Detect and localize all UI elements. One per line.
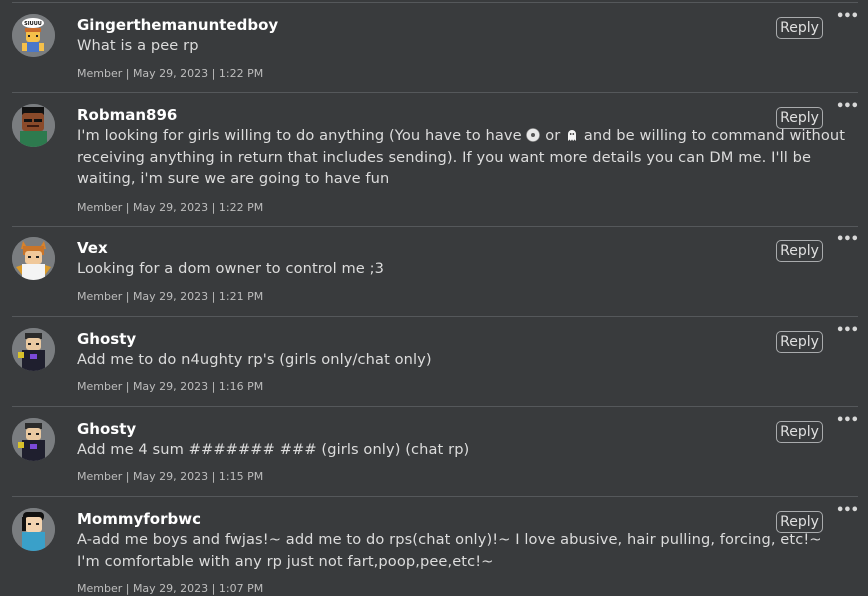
ghost-emoji-icon: [568, 130, 577, 141]
more-options-icon[interactable]: •••: [836, 414, 859, 428]
post-body: Add me 4 sum ####### ### (girls only) (c…: [77, 441, 470, 458]
dark-outfit-avatar-icon: [12, 328, 55, 371]
user-avatar[interactable]: [12, 508, 55, 551]
reply-button[interactable]: Reply: [776, 331, 823, 353]
post-meta: Member | May 29, 2023 | 1:16 PM: [77, 380, 264, 393]
divider: [12, 2, 858, 3]
divider: [12, 92, 858, 93]
post-username[interactable]: Ghosty: [77, 420, 136, 438]
reply-button[interactable]: Reply: [776, 107, 823, 129]
speech-bubble-text: SIUUU: [24, 21, 42, 27]
post-body: What is a pee rp: [77, 37, 199, 54]
post-meta: Member | May 29, 2023 | 1:15 PM: [77, 470, 264, 483]
user-avatar[interactable]: [12, 418, 55, 461]
post-body: Looking for a dom owner to control me ;3: [77, 260, 385, 277]
bald-avatar-icon: SIUUU: [12, 14, 55, 57]
divider: [12, 316, 858, 317]
post-meta: Member | May 29, 2023 | 1:22 PM: [77, 67, 264, 80]
post-meta: Member | May 29, 2023 | 1:21 PM: [77, 290, 264, 303]
reply-button[interactable]: Reply: [776, 511, 823, 533]
post-body: Add me to do n4ughty rp's (girls only/ch…: [77, 351, 432, 368]
reply-button[interactable]: Reply: [776, 17, 823, 39]
forum-thread: SIUUU Gingerthemanuntedboy What is a pee…: [0, 0, 868, 595]
post-meta: Member | May 29, 2023 | 1:07 PM: [77, 582, 264, 595]
post-body-text: I'm looking for girls willing to do anyt…: [77, 127, 527, 144]
post-username[interactable]: Gingerthemanuntedboy: [77, 16, 278, 34]
reply-button[interactable]: Reply: [776, 240, 823, 262]
more-options-icon[interactable]: •••: [836, 504, 859, 518]
dark-skin-avatar-icon: [12, 104, 55, 147]
dark-outfit-avatar-icon: [12, 418, 55, 461]
post-body: A-add me boys and fwjas!~ add me to do r…: [77, 531, 822, 570]
user-avatar[interactable]: SIUUU: [12, 14, 55, 57]
post-meta: Member | May 29, 2023 | 1:22 PM: [77, 201, 264, 214]
more-options-icon[interactable]: •••: [836, 324, 859, 338]
post-username[interactable]: Robman896: [77, 106, 177, 124]
disc-emoji-icon: [526, 128, 541, 142]
divider: [12, 226, 858, 227]
post-username[interactable]: Ghosty: [77, 330, 136, 348]
user-avatar[interactable]: [12, 237, 55, 280]
post-username[interactable]: Vex: [77, 239, 108, 257]
black-hair-avatar-icon: [12, 508, 55, 551]
more-options-icon[interactable]: •••: [836, 10, 859, 24]
fox-ears-avatar-icon: [12, 237, 55, 280]
divider: [12, 406, 858, 407]
divider: [12, 496, 858, 497]
post-body-text: or: [540, 127, 566, 144]
user-avatar[interactable]: [12, 328, 55, 371]
post-username[interactable]: Mommyforbwc: [77, 510, 201, 528]
more-options-icon[interactable]: •••: [836, 100, 859, 114]
reply-button[interactable]: Reply: [776, 421, 823, 443]
post-body: I'm looking for girls willing to do anyt…: [77, 125, 847, 190]
more-options-icon[interactable]: •••: [836, 233, 859, 247]
user-avatar[interactable]: [12, 104, 55, 147]
